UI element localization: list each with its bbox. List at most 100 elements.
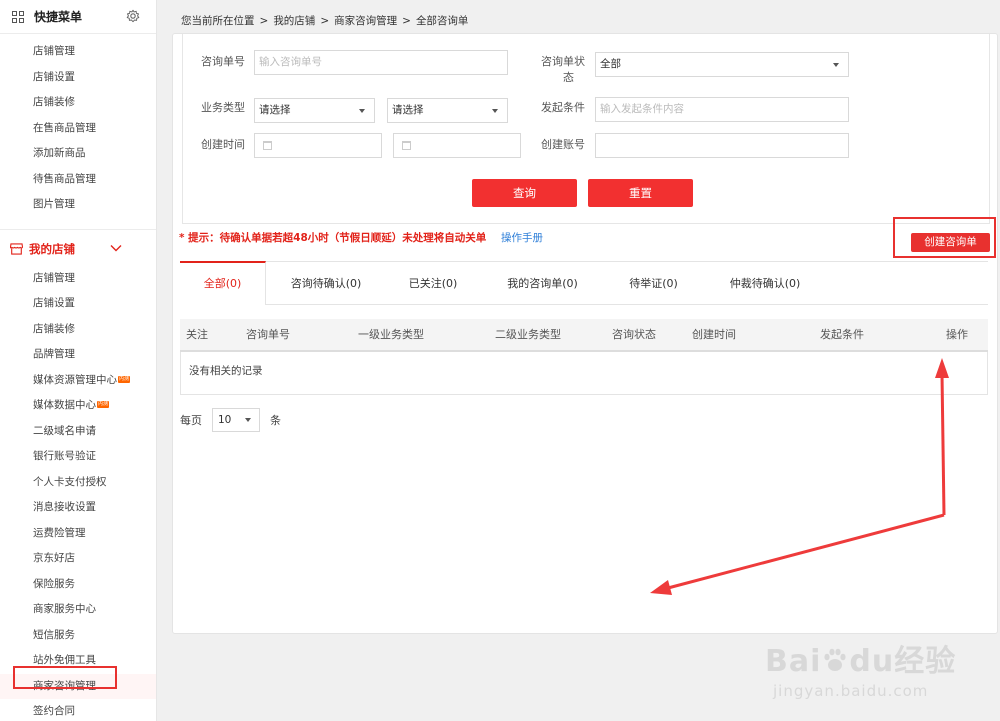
sidebar-quick-item[interactable]: 添加新商品	[0, 141, 156, 167]
sidebar-item-label: 二级域名申请	[33, 424, 96, 437]
table-column-header: 一级业务类型	[358, 328, 424, 341]
sidebar: 快捷菜单 店铺管理 店铺设置 店铺装修 在售商品管理 添加新商品 待售商品管理 图片管理 我…	[0, 0, 157, 721]
sidebar-item-label: 京东好店	[33, 552, 75, 564]
consult-no-input[interactable]: 输入咨询单号	[254, 50, 508, 75]
table-header: 关注 咨询单号 一级业务类型 二级业务类型 咨询状态 创建时间 发起条件 操作	[180, 319, 988, 352]
sidebar-store-item[interactable]: 运费险管理	[0, 521, 156, 547]
table-column-header: 发起条件	[820, 328, 864, 341]
sidebar-store-item[interactable]: 店铺管理	[0, 266, 156, 292]
biz-type-select-1[interactable]: 请选择	[254, 98, 375, 123]
created-time-end[interactable]	[393, 133, 521, 158]
sidebar-store-item[interactable]: 店铺设置	[0, 291, 156, 317]
calendar-icon	[263, 141, 272, 150]
sidebar-quick-item[interactable]: 待售商品管理	[0, 167, 156, 193]
sidebar-item-label: 添加新商品	[33, 147, 86, 159]
sidebar-item-label: 站外免佣工具	[33, 654, 96, 666]
sidebar-item-label: 图片管理	[33, 198, 75, 210]
filter-panel: 咨询单号 输入咨询单号 咨询单状 态 全部 业务类型 请选择 请选择 发起条件 …	[182, 34, 990, 224]
sidebar-store-item[interactable]: 京东好店	[0, 546, 156, 572]
sidebar-item-label: 银行账号验证	[33, 450, 96, 462]
per-page-label: 每页	[180, 414, 202, 427]
sidebar-item-label: 待售商品管理	[33, 172, 96, 185]
sidebar-store-item[interactable]: 消息接收设置	[0, 495, 156, 521]
sidebar-item-label: 在售商品管理	[33, 121, 96, 134]
sidebar-item-label: 个人卡支付授权	[33, 475, 107, 488]
created-account-label: 创建账号	[541, 138, 585, 151]
table-column-header: 关注	[186, 328, 208, 341]
grid-icon	[12, 10, 24, 23]
quick-menu-header[interactable]: 快捷菜单	[0, 0, 156, 34]
sidebar-store-item[interactable]: 店铺装修	[0, 317, 156, 343]
manual-link[interactable]: 操作手册	[501, 230, 543, 245]
store-icon	[10, 242, 23, 255]
sidebar-quick-item[interactable]: 店铺设置	[0, 65, 156, 91]
tab-item[interactable]: 待举证(0)	[605, 262, 702, 305]
tab-item[interactable]: 咨询待确认(0)	[266, 262, 386, 305]
caret-down-icon	[833, 63, 839, 67]
sidebar-divider	[0, 218, 156, 230]
sidebar-store-item[interactable]: 二级域名申请	[0, 419, 156, 445]
per-page-select[interactable]: 10	[212, 408, 260, 432]
paw-icon	[824, 648, 847, 671]
sidebar-quick-item[interactable]: 在售商品管理	[0, 116, 156, 142]
created-time-start[interactable]	[254, 133, 382, 158]
reset-button[interactable]: 重置	[588, 179, 693, 207]
beta-badge: 内测	[118, 375, 131, 383]
status-label-line1: 咨询单状	[541, 55, 585, 68]
breadcrumb-item: 您当前所在位置	[181, 15, 255, 27]
tab-item[interactable]: 全部(0)	[180, 261, 266, 305]
caret-down-icon	[245, 418, 251, 422]
breadcrumb: 您当前所在位置 > 我的店铺 > 商家咨询管理 > 全部咨询单	[181, 13, 468, 28]
my-store-group-header[interactable]: 我的店铺	[0, 230, 156, 268]
auto-close-tip: * 提示：待确认单据若超48小时（节假日顺延）未处理将自动关单	[179, 232, 487, 244]
sidebar-item-label: 店铺设置	[33, 70, 75, 83]
status-label-line2: 态	[563, 71, 574, 84]
query-button[interactable]: 查询	[472, 179, 577, 207]
watermark-logo-c: 经验	[894, 644, 957, 679]
sidebar-store-item[interactable]: 银行账号验证	[0, 444, 156, 470]
sidebar-item-label: 消息接收设置	[33, 501, 96, 513]
sidebar-store-item[interactable]: 商家服务中心	[0, 597, 156, 623]
sidebar-quick-item[interactable]: 店铺装修	[0, 90, 156, 116]
condition-input[interactable]: 输入发起条件内容	[595, 97, 849, 122]
chevron-down-icon[interactable]	[110, 244, 122, 253]
sidebar-item-label: 短信服务	[33, 628, 75, 641]
sidebar-store-item[interactable]: 保险服务	[0, 572, 156, 598]
sidebar-store-item[interactable]: 媒体数据中心 内测	[0, 393, 156, 419]
breadcrumb-separator: >	[320, 15, 330, 27]
quick-menu-list: 店铺管理店铺设置店铺装修在售商品管理 添加新商品待售商品管理 图片管理	[0, 34, 156, 218]
sidebar-item-label: 媒体数据中心	[33, 399, 96, 411]
gear-icon[interactable]	[126, 9, 140, 23]
sidebar-store-item[interactable]: 短信服务	[0, 623, 156, 649]
condition-label: 发起条件	[541, 101, 585, 114]
sidebar-store-item[interactable]: 品牌管理	[0, 342, 156, 368]
sidebar-quick-item[interactable]: 图片管理	[0, 192, 156, 218]
breadcrumb-item: 全部咨询单	[415, 15, 469, 27]
status-select-value: 全部	[600, 58, 621, 70]
breadcrumb-item[interactable]: 商家咨询管理	[334, 15, 397, 27]
sidebar-store-item[interactable]: 个人卡支付授权	[0, 470, 156, 496]
created-account-input[interactable]	[595, 133, 849, 158]
consult-no-label: 咨询单号	[201, 55, 245, 68]
sidebar-store-item[interactable]: 媒体资源管理中心 内测	[0, 368, 156, 394]
sidebar-quick-item[interactable]: 店铺管理	[0, 39, 156, 65]
calendar-icon	[402, 141, 411, 150]
breadcrumb-item[interactable]: 我的店铺	[273, 15, 315, 27]
tab-item[interactable]: 我的咨询单(0)	[480, 262, 605, 305]
status-tabs: 全部(0) 咨询待确认(0) 已关注(0) 我的咨询单(0) 待举证(0) 仲裁待确认(0…	[180, 261, 988, 305]
my-store-group-title: 我的店铺	[29, 241, 75, 256]
sidebar-store-item[interactable]: 签约合同	[0, 699, 156, 721]
sidebar-item-label: 店铺管理	[33, 45, 75, 57]
tab-item[interactable]: 仲裁待确认(0)	[702, 262, 828, 305]
table-column-header: 咨询状态	[612, 328, 656, 341]
created-time-label: 创建时间	[201, 138, 245, 151]
tab-item[interactable]: 已关注(0)	[386, 262, 480, 305]
sidebar-item-label: 运费险管理	[33, 526, 86, 539]
biz-type-select-2-value: 请选择	[392, 104, 424, 116]
biz-type-select-2[interactable]: 请选择	[387, 98, 508, 123]
breadcrumb-separator: >	[402, 15, 411, 27]
baidu-jingyan-watermark: Bai du经验 jingyan.baidu.com	[765, 630, 985, 716]
create-button-highlight-box	[893, 217, 996, 258]
quick-menu-title: 快捷菜单	[34, 10, 83, 24]
status-select[interactable]: 全部	[595, 52, 849, 77]
